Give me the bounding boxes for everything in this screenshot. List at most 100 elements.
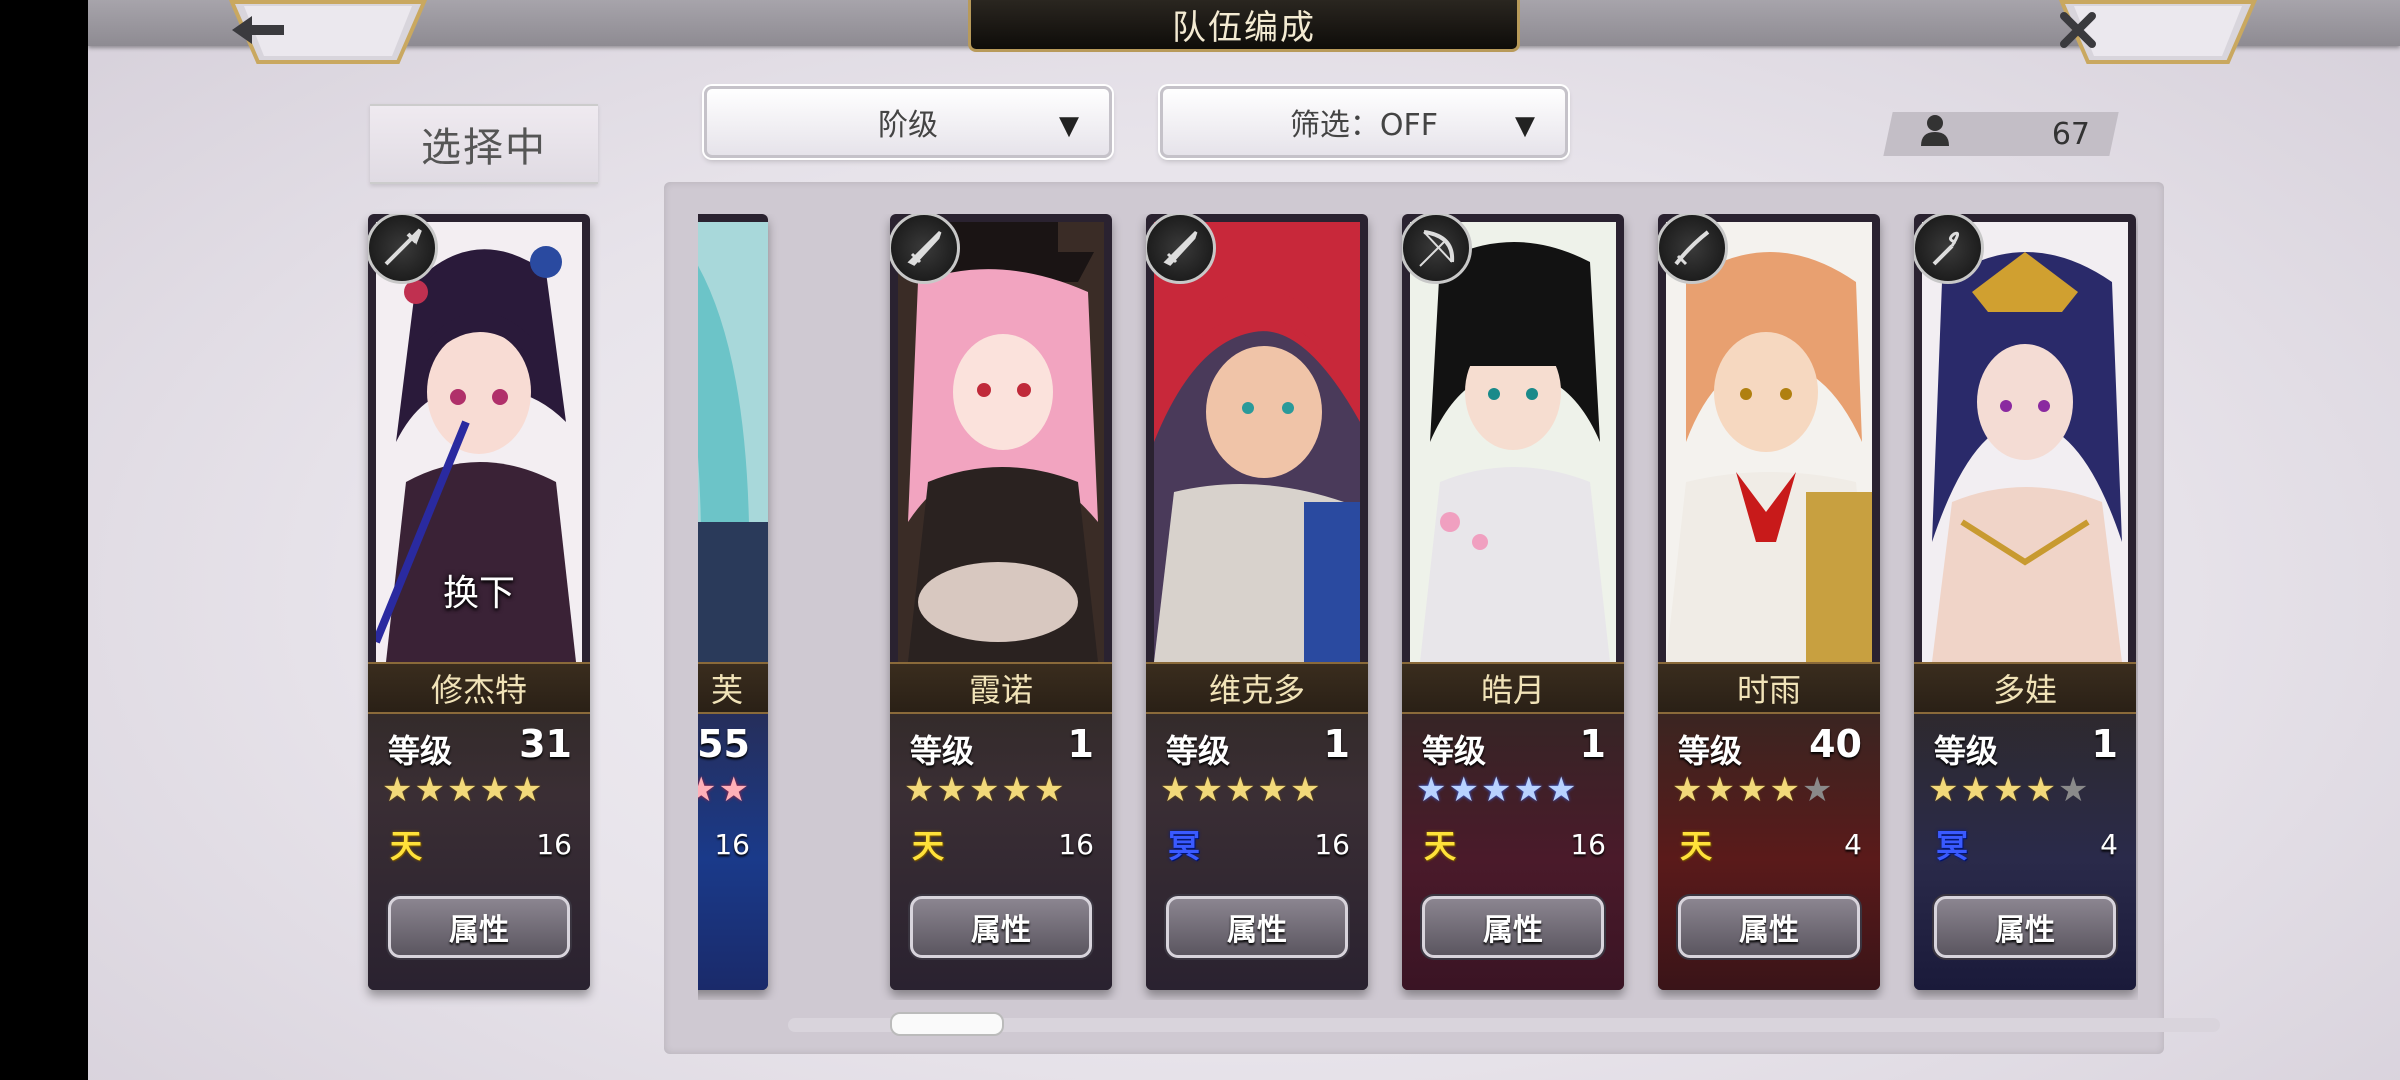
star-icon: ★	[1416, 770, 1449, 810]
attribute-badge: 冥	[1935, 827, 1968, 865]
star-icon: ★	[1545, 770, 1579, 810]
screen-title-plate: 队伍编成	[968, 0, 1520, 52]
selected-unit-card[interactable]: 换下 修杰特 等级 31 ★★★★★ 天 16 属性	[368, 214, 590, 990]
overlay-label: 置	[698, 564, 768, 616]
star-rating: ★★★★★	[1160, 770, 1322, 810]
attribute-badge: 天	[389, 827, 422, 865]
star-rating: ★★★★★	[1672, 770, 1834, 810]
attributes-button[interactable]: 属性	[1166, 896, 1348, 958]
star-icon: ★	[1992, 770, 2026, 810]
unit-name-bar: 霞诺	[890, 662, 1112, 714]
level-value: 40	[1809, 722, 1862, 766]
unit-card[interactable]: 置 芙 55 ★★ 16	[698, 214, 768, 990]
level-label: 等级	[1422, 732, 1487, 770]
star-icon: ★	[1033, 770, 1067, 810]
filter-dropdown[interactable]: 筛选：OFF ▼	[1160, 86, 1568, 158]
star-icon: ★	[414, 770, 447, 810]
unit-card[interactable]: 时雨 等级 40 ★★★★★ 天 4 属性	[1658, 214, 1880, 990]
unit-count: 67	[1888, 112, 2114, 156]
unit-name-bar: 修杰特	[368, 662, 590, 714]
unit-portrait	[1410, 222, 1616, 662]
attributes-button[interactable]: 属性	[1422, 896, 1604, 958]
star-icon: ★	[1192, 770, 1225, 810]
star-rating: ★★★★★	[1928, 770, 2090, 810]
attributes-button[interactable]: 属性	[1678, 896, 1860, 958]
swap-out-label: 换下	[442, 573, 515, 614]
attribute-badge: 冥	[1167, 827, 1200, 865]
star-icon: ★	[1769, 770, 1802, 810]
unit-name: 芙	[710, 671, 743, 709]
unit-name: 多娃	[1992, 671, 2057, 709]
unit-name-bar: 芙	[698, 662, 768, 714]
star-icon: ★	[1736, 770, 1770, 810]
level-value: 55	[698, 722, 750, 766]
unit-card[interactable]: 霞诺 等级 1 ★★★★★ 天 16 属性	[890, 214, 1112, 990]
unit-name: 维克多	[1208, 671, 1305, 709]
star-icon: ★	[1257, 770, 1290, 810]
unit-card[interactable]: 多娃 等级 1 ★★★★★ 冥 4 属性	[1914, 214, 2136, 990]
star-icon: ★	[1513, 770, 1546, 810]
attributes-button[interactable]: 属性	[1934, 896, 2116, 958]
star-icon: ★	[2025, 770, 2058, 810]
star-rating: ★★★★★	[904, 770, 1066, 810]
unit-cost: 16	[1058, 828, 1094, 861]
star-icon: ★	[936, 770, 969, 810]
star-icon: ★	[904, 770, 937, 810]
level-label: 等级	[1166, 732, 1231, 770]
unit-cost: 16	[1570, 828, 1606, 861]
unit-cost: 4	[2100, 828, 2118, 861]
star-icon: ★	[1672, 770, 1705, 810]
unit-name: 时雨	[1736, 671, 1801, 709]
level-value: 1	[1067, 722, 1094, 766]
star-rating: ★★★★★	[1416, 770, 1578, 810]
unit-name-bar: 维克多	[1146, 662, 1368, 714]
carousel-scrollbar-thumb[interactable]	[890, 1012, 1004, 1036]
unit-cost: 4	[1844, 828, 1862, 861]
close-button[interactable]	[2058, 0, 2258, 64]
star-rating: ★★★★★	[382, 770, 544, 810]
attributes-button[interactable]: 属性	[388, 896, 570, 958]
star-icon: ★	[1224, 770, 1258, 810]
level-value: 1	[1579, 722, 1606, 766]
attribute-badge: 天	[911, 827, 944, 865]
unit-cost: 16	[1314, 828, 1350, 861]
unit-portrait	[1922, 222, 2128, 662]
level-label: 等级	[1934, 732, 1999, 770]
unit-portrait	[898, 222, 1104, 662]
page-title: 队伍编成	[1172, 8, 1316, 48]
star-icon: ★	[382, 770, 415, 810]
star-icon: ★	[479, 770, 512, 810]
filter-dropdown-value: 筛选：OFF	[1289, 108, 1439, 143]
unit-count-value: 67	[2051, 116, 2090, 152]
attributes-button[interactable]: 属性	[910, 896, 1092, 958]
star-icon: ★	[2057, 770, 2091, 810]
star-icon: ★	[1480, 770, 1514, 810]
star-icon: ★	[1001, 770, 1034, 810]
unit-name-bar: 多娃	[1914, 662, 2136, 714]
unit-name-bar: 时雨	[1658, 662, 1880, 714]
attribute-badge: 天	[1423, 827, 1456, 865]
level-value: 1	[1323, 722, 1350, 766]
selected-section-label: 选择中	[370, 104, 598, 184]
unit-cost: 16	[714, 828, 750, 861]
level-value: 1	[2091, 722, 2118, 766]
star-rating: ★★	[698, 770, 751, 810]
attribute-badge: 天	[1679, 827, 1712, 865]
back-button[interactable]	[228, 0, 428, 64]
unit-name: 修杰特	[430, 671, 527, 709]
star-icon: ★	[1448, 770, 1481, 810]
sort-dropdown[interactable]: 阶级 ▼	[704, 86, 1112, 158]
sort-dropdown-value: 阶级	[878, 108, 938, 143]
star-icon: ★	[1801, 770, 1835, 810]
star-icon: ★	[1704, 770, 1737, 810]
chevron-down-icon: ▼	[1515, 111, 1535, 141]
unit-card[interactable]: 维克多 等级 1 ★★★★★ 冥 16 属性	[1146, 214, 1368, 990]
unit-card-carousel[interactable]: 置 芙 55 ★★ 16 霞诺 等级 1	[698, 214, 2138, 1000]
unit-card[interactable]: 皓月 等级 1 ★★★★★ 天 16 属性	[1402, 214, 1624, 990]
star-icon: ★	[1160, 770, 1193, 810]
unit-name: 皓月	[1480, 671, 1545, 709]
star-icon: ★	[1960, 770, 1993, 810]
level-label: 等级	[388, 732, 453, 770]
unit-portrait	[1154, 222, 1360, 662]
unit-cost: 16	[536, 828, 572, 861]
